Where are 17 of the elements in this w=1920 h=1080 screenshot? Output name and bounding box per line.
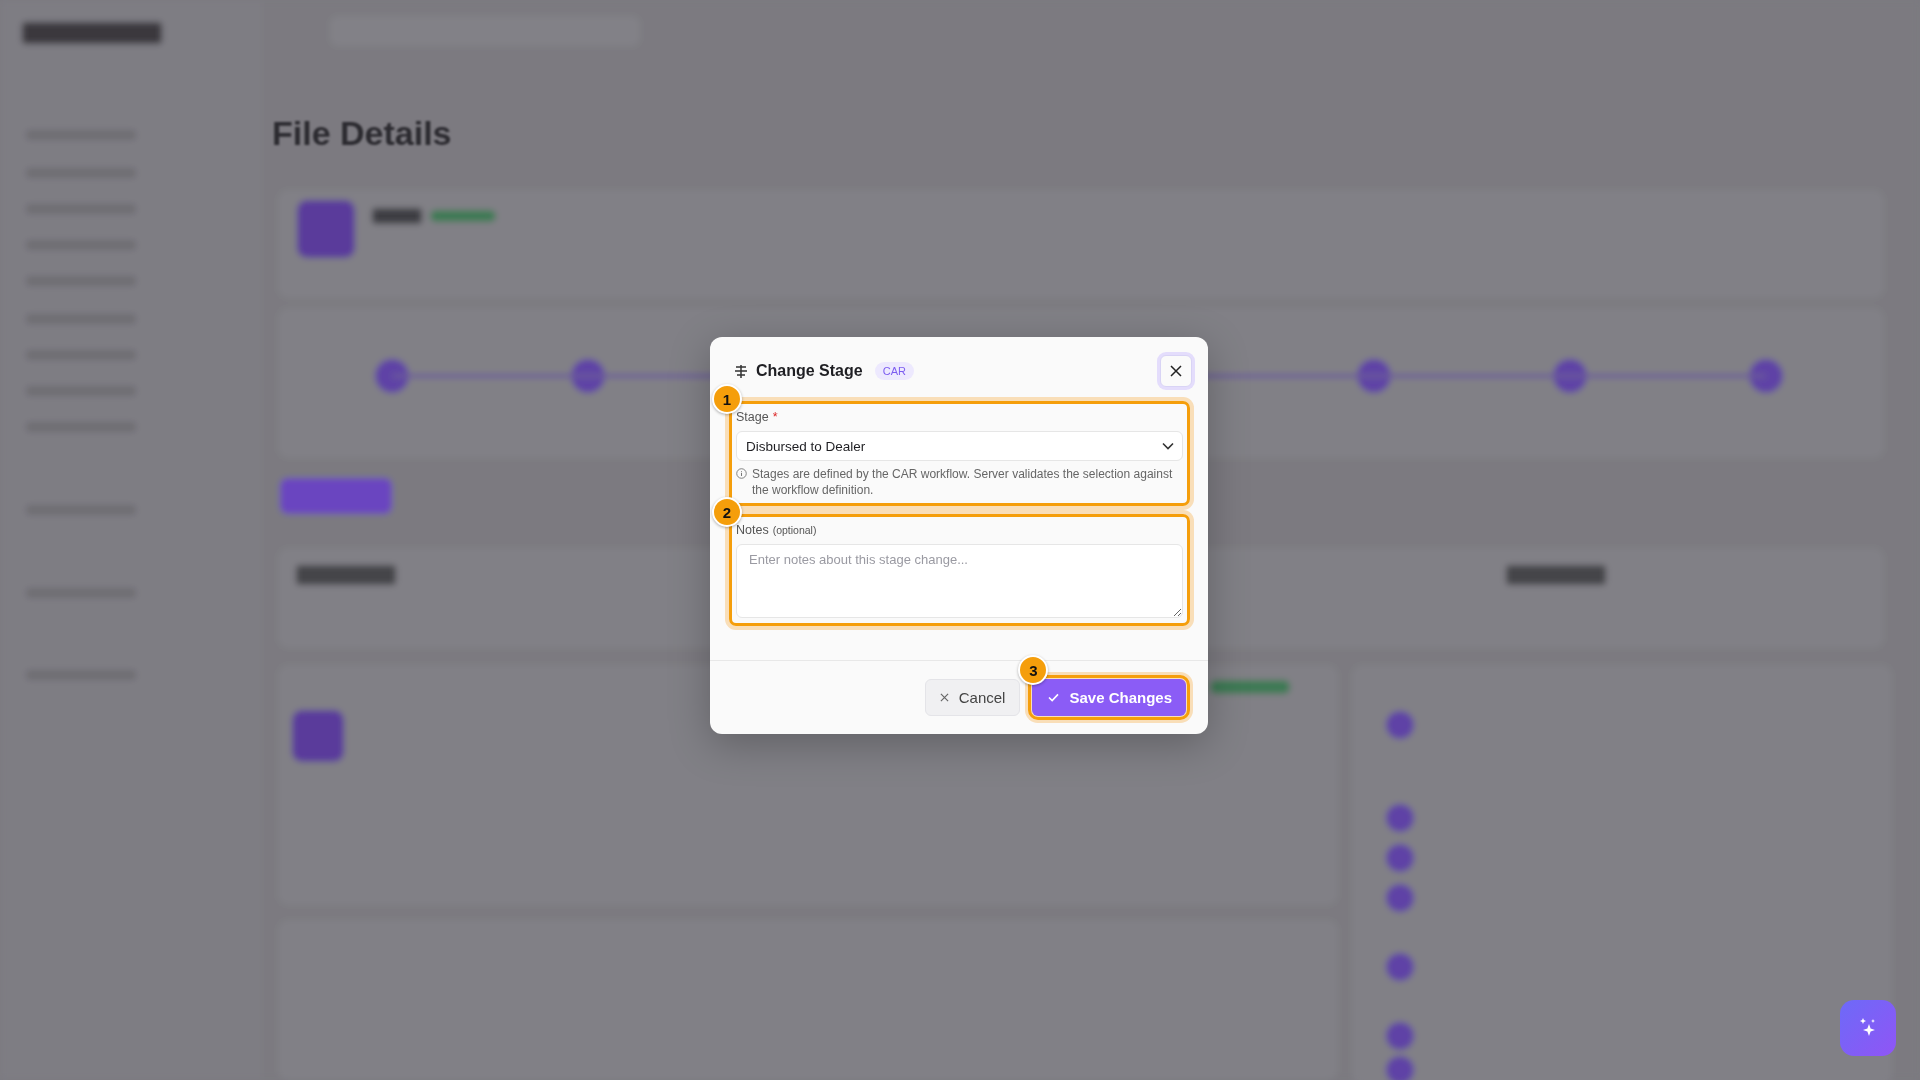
chevron-down-icon xyxy=(1162,442,1174,450)
cancel-button[interactable]: Cancel xyxy=(924,679,1021,716)
workflow-tag: CAR xyxy=(874,362,914,380)
page-title: File Details xyxy=(272,114,452,153)
info-icon xyxy=(736,468,747,479)
stage-select[interactable]: Disbursed to Dealer xyxy=(736,431,1183,461)
signpost-icon xyxy=(734,363,748,379)
close-button[interactable] xyxy=(1160,355,1192,387)
check-icon xyxy=(1048,693,1060,702)
notes-field[interactable]: Enter notes about this stage change... xyxy=(736,544,1183,618)
dialog-title: Change Stage xyxy=(756,362,863,380)
help-text: Stages are defined by the CAR workflow. Server validates the selection against the workflow definition. xyxy=(752,466,1174,498)
step-marker: 3 xyxy=(1018,655,1049,685)
field-hint: (optional) xyxy=(772,524,817,536)
required-mark: * xyxy=(772,410,778,424)
close-icon xyxy=(1170,365,1182,377)
close-icon xyxy=(939,693,949,702)
